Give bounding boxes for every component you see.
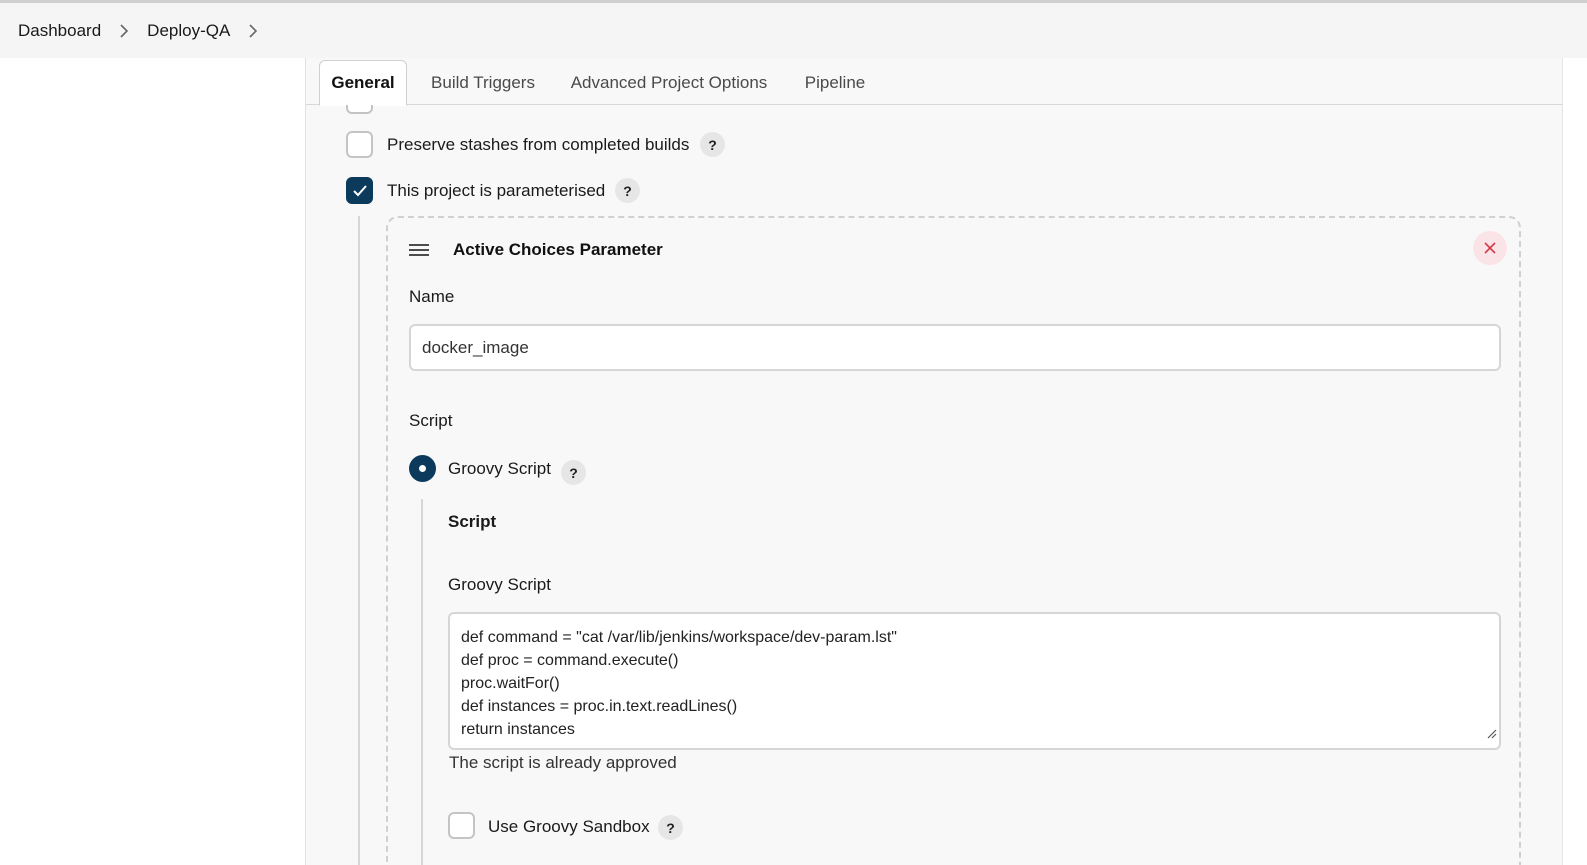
general-section: Preserve stashes from completed builds ?… [306,105,1562,865]
section-indent-line [358,216,360,865]
script-line: def instances = proc.in.text.readLines() [461,698,738,715]
tab-build-triggers[interactable]: Build Triggers [424,60,542,106]
scrollbar[interactable] [1562,58,1587,865]
check-icon [353,185,367,197]
tab-pipeline[interactable]: Pipeline [796,60,874,106]
script-label: Script [409,411,453,430]
script-line: def proc = command.execute() [461,652,679,669]
name-label: Name [409,287,455,306]
drag-handle-icon[interactable] [408,243,430,262]
approval-status: The script is already approved [449,753,677,772]
script-line: return instances [461,721,575,738]
config-tabs: General Build Triggers Advanced Project … [306,58,1562,106]
breadcrumb: Dashboard Deploy-QA [0,3,1587,58]
breadcrumb-deploy-qa[interactable]: Deploy-QA [147,21,230,41]
parameter-title: Active Choices Parameter [453,240,663,259]
groovy-sandbox-checkbox[interactable] [448,812,475,839]
help-icon[interactable]: ? [615,178,640,203]
help-icon[interactable]: ? [700,132,725,157]
hidden-option-checkbox[interactable] [346,105,373,114]
parameterised-checkbox[interactable] [346,177,373,204]
preserve-stashes-checkbox[interactable] [346,131,373,158]
script-line: proc.waitFor() [461,675,560,692]
parameterised-label: This project is parameterised [387,181,606,200]
side-panel [0,58,305,865]
active-choices-parameter-card: Active Choices Parameter Name docker_ima… [386,216,1521,865]
chevron-right-icon[interactable] [248,23,258,38]
config-panel: General Build Triggers Advanced Project … [305,58,1562,865]
chevron-right-icon[interactable] [119,23,129,38]
tab-general[interactable]: General [319,60,407,106]
preserve-stashes-label: Preserve stashes from completed builds [387,135,690,154]
script-indent-line [421,499,423,865]
help-icon[interactable]: ? [561,460,586,485]
groovy-script-textarea[interactable]: def command = "cat /var/lib/jenkins/work… [448,612,1501,750]
resize-grip-icon[interactable] [1487,723,1497,746]
breadcrumb-dashboard[interactable]: Dashboard [18,21,101,41]
tab-advanced-project-options[interactable]: Advanced Project Options [564,60,774,106]
groovy-script-radio-label: Groovy Script [448,459,551,478]
help-icon[interactable]: ? [658,815,683,840]
groovy-sandbox-label: Use Groovy Sandbox [488,817,650,836]
groovy-script-radio[interactable] [409,455,436,482]
groovy-script-label: Groovy Script [448,575,551,594]
name-input[interactable]: docker_image [409,324,1501,371]
close-icon[interactable] [1473,231,1507,265]
script-section-title: Script [448,512,497,531]
script-line: def command = "cat /var/lib/jenkins/work… [461,629,897,646]
